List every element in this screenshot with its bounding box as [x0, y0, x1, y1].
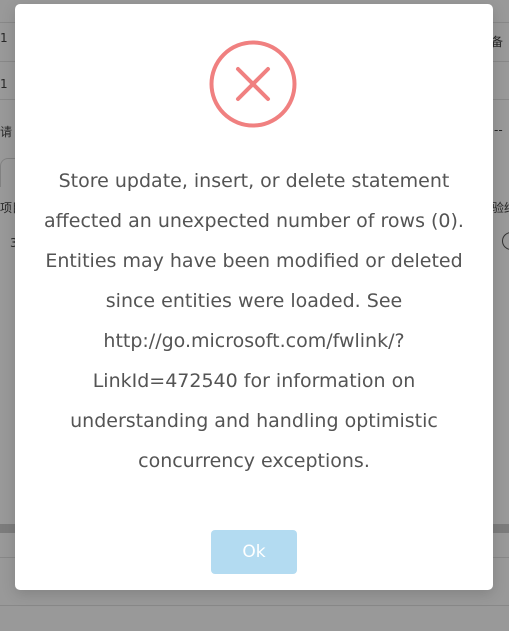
error-dialog: Store update, insert, or delete statemen… [15, 4, 493, 590]
ok-button[interactable]: Ok [211, 530, 297, 574]
error-x-circle-icon [209, 40, 297, 128]
error-message: Store update, insert, or delete statemen… [44, 170, 464, 472]
